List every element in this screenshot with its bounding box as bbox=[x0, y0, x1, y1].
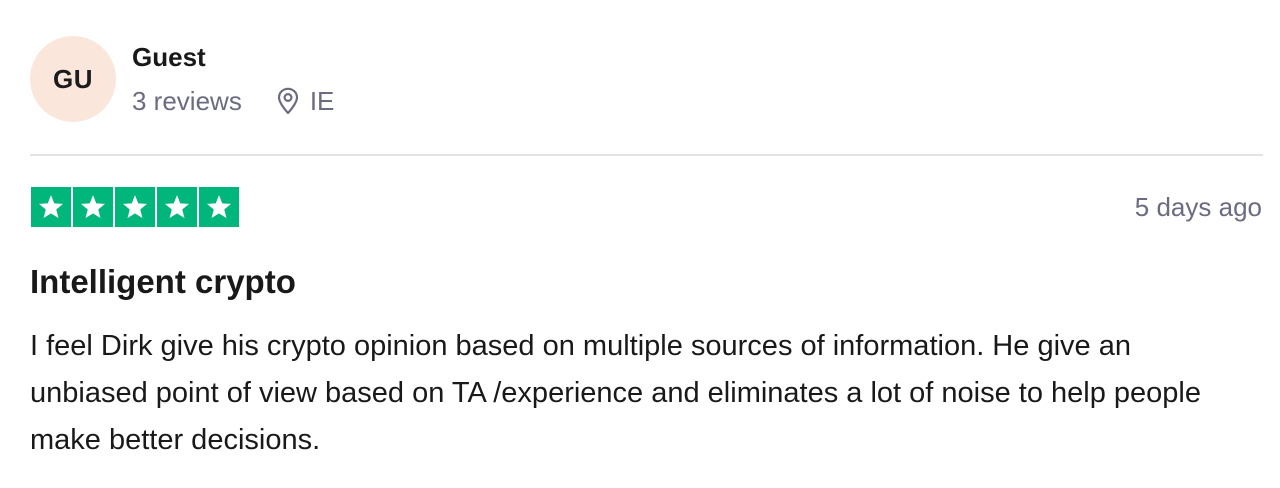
reviews-count: 3 reviews bbox=[132, 86, 242, 116]
reviewer-meta: 3 reviews IE bbox=[132, 86, 334, 116]
star-icon bbox=[115, 187, 155, 227]
location-pin-icon bbox=[277, 87, 298, 115]
star-icon bbox=[73, 187, 113, 227]
reviewer-header: GU Guest 3 reviews IE bbox=[30, 36, 334, 122]
reviewer-name[interactable]: Guest bbox=[132, 42, 334, 72]
review-body: I feel Dirk give his crypto opinion base… bbox=[30, 330, 1202, 456]
review-date: 5 days ago bbox=[1134, 192, 1262, 222]
divider bbox=[30, 154, 1263, 156]
star-icon bbox=[31, 187, 71, 227]
star-rating bbox=[31, 187, 239, 227]
reviewer-location: IE bbox=[276, 86, 335, 116]
reviewer-info: Guest 3 reviews IE bbox=[132, 42, 334, 116]
location-code: IE bbox=[309, 86, 335, 116]
avatar-initials: GU bbox=[53, 63, 93, 94]
avatar[interactable]: GU bbox=[30, 36, 116, 122]
review-card: GU Guest 3 reviews IE 5 days ago Intelli… bbox=[0, 0, 1280, 488]
review-title[interactable]: Intelligent crypto bbox=[30, 262, 296, 302]
star-icon bbox=[157, 187, 197, 227]
star-icon bbox=[199, 187, 239, 227]
